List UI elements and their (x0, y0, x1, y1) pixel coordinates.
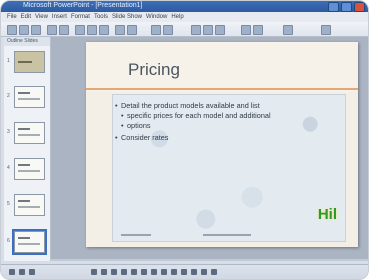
slide-thumbnail-selected[interactable] (12, 229, 47, 255)
horizontal-scrollbar[interactable] (51, 259, 368, 261)
thumb-text-line (18, 243, 40, 245)
italic-icon[interactable] (203, 25, 213, 35)
sorter-view-icon[interactable] (19, 269, 25, 275)
toolbar (1, 22, 368, 37)
footer-text (203, 234, 251, 236)
panel-tabs[interactable]: Outline Slides (4, 37, 50, 46)
thumb-number: 5 (7, 201, 10, 207)
draw-icon[interactable] (91, 269, 97, 275)
copy-icon[interactable] (87, 25, 97, 35)
menu-view[interactable]: View (35, 12, 48, 22)
design-icon[interactable] (283, 25, 293, 35)
autoshapes-icon[interactable] (111, 269, 117, 275)
bullet-text-continuation: options (121, 121, 150, 131)
font-color-icon[interactable] (211, 269, 217, 275)
select-icon[interactable] (101, 269, 107, 275)
align-center-icon[interactable] (253, 25, 263, 35)
wordart-icon[interactable] (171, 269, 177, 275)
footer-date (121, 234, 151, 236)
menu-file[interactable]: File (7, 12, 17, 22)
bullet-text: Consider rates (115, 133, 169, 143)
cut-icon[interactable] (75, 25, 85, 35)
thumb-number: 1 (7, 58, 10, 64)
fill-color-icon[interactable] (191, 269, 197, 275)
thumb-text-line (18, 170, 40, 172)
slide-thumbnail[interactable] (14, 194, 45, 216)
slide-thumbnail[interactable] (14, 86, 45, 108)
close-button[interactable] (354, 2, 365, 12)
thumb-title-line (18, 61, 32, 63)
arrow-icon[interactable] (131, 269, 137, 275)
app-window: Microsoft PowerPoint - [Presentation1] F… (0, 0, 369, 280)
window-title: Microsoft PowerPoint - [Presentation1] (23, 2, 143, 9)
thumb-title-line (18, 237, 30, 239)
thumb-title-line (18, 164, 30, 166)
slide-thumbnail-panel: Outline Slides 1 2 3 4 5 6 (4, 37, 51, 261)
slide-canvas[interactable]: Pricing Detail the product models availa… (86, 42, 358, 247)
thumb-text-line (18, 98, 40, 100)
status-bar (1, 264, 368, 279)
print-icon[interactable] (47, 25, 57, 35)
minimize-button[interactable] (328, 2, 339, 12)
normal-view-icon[interactable] (9, 269, 15, 275)
thumb-title-line (18, 200, 30, 202)
preview-icon[interactable] (59, 25, 69, 35)
window-controls (328, 2, 365, 12)
save-icon[interactable] (31, 25, 41, 35)
textbox-icon[interactable] (161, 269, 167, 275)
rectangle-icon[interactable] (141, 269, 147, 275)
new-slide-icon[interactable] (321, 25, 331, 35)
slide-thumbnail[interactable] (14, 51, 45, 73)
slide-title-band (86, 42, 358, 92)
menu-edit[interactable]: Edit (21, 12, 31, 22)
paste-icon[interactable] (99, 25, 109, 35)
slide-title[interactable]: Pricing (128, 60, 180, 80)
menu-bar: File Edit View Insert Format Tools Slide… (1, 12, 368, 22)
bullet-text: Detail the product models available and … (115, 101, 260, 111)
slideshow-view-icon[interactable] (29, 269, 35, 275)
thumb-number: 6 (7, 238, 10, 244)
table-icon[interactable] (163, 25, 173, 35)
thumb-number: 3 (7, 129, 10, 135)
undo-icon[interactable] (115, 25, 125, 35)
content-placeholder[interactable]: Detail the product models available and … (112, 94, 346, 242)
underline-icon[interactable] (215, 25, 225, 35)
menu-tools[interactable]: Tools (94, 12, 108, 22)
chart-icon[interactable] (151, 25, 161, 35)
thumb-text-line (18, 134, 40, 136)
company-logo: Hil (317, 206, 337, 223)
redo-icon[interactable] (127, 25, 137, 35)
menu-format[interactable]: Format (71, 12, 90, 22)
menu-insert[interactable]: Insert (52, 12, 67, 22)
thumb-number: 4 (7, 165, 10, 171)
slide-thumbnail[interactable] (14, 158, 45, 180)
title-bar: Microsoft PowerPoint - [Presentation1] (1, 1, 368, 12)
menu-slide-show[interactable]: Slide Show (112, 12, 142, 22)
thumb-title-line (18, 92, 30, 94)
title-divider (86, 88, 358, 90)
open-icon[interactable] (19, 25, 29, 35)
line-icon[interactable] (121, 269, 127, 275)
align-left-icon[interactable] (241, 25, 251, 35)
slide-editing-area: Pricing Detail the product models availa… (51, 37, 368, 261)
bold-icon[interactable] (191, 25, 201, 35)
thumb-number: 2 (7, 93, 10, 99)
menu-help[interactable]: Help (171, 12, 183, 22)
line-color-icon[interactable] (201, 269, 207, 275)
thumb-title-line (18, 128, 30, 130)
oval-icon[interactable] (151, 269, 157, 275)
maximize-button[interactable] (341, 2, 352, 12)
new-icon[interactable] (7, 25, 17, 35)
thumb-text-line (18, 206, 40, 208)
clipart-icon[interactable] (181, 269, 187, 275)
slide-thumbnail[interactable] (14, 122, 45, 144)
menu-window[interactable]: Window (146, 12, 167, 22)
bullet-text-continuation: specific prices for each model and addit… (121, 111, 271, 121)
